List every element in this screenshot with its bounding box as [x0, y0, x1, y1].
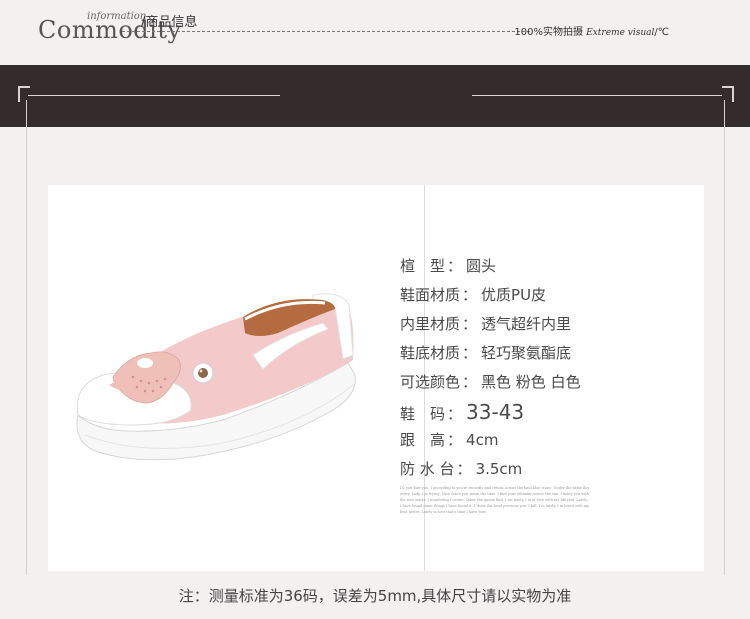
measurement-note: 注：测量标准为36码，误差为5mm,具体尺寸请以实物为准 — [178, 587, 572, 605]
spec-label: 内里材质 — [400, 315, 461, 333]
header-right-text: 100%实物拍摄 Extreme visual/℃ — [514, 27, 669, 38]
shoe-image — [76, 293, 356, 461]
spec-label: 鞋面材质 — [400, 286, 461, 304]
spec-row: 可选颜色：黑色 粉色 白色 — [400, 373, 581, 391]
spec-value: 透气超纤内里 — [481, 315, 572, 333]
spec-value: 黑色 粉色 白色 — [481, 373, 581, 391]
spec-row: 跟 高： 4cm — [400, 431, 499, 449]
spec-row: 鞋 码： 33-43 — [400, 400, 525, 424]
product-panel: 楦 型：圆头 鞋面材质：优质PU皮 内里材质：透气超纤内里 鞋底材质：轻巧聚氨酯… — [48, 185, 704, 571]
spec-value: 3.5cm — [475, 460, 523, 478]
spec-label: 防 水 台 — [400, 460, 455, 478]
frame-line-top-left — [28, 95, 280, 96]
header: Commodity information /商品信息 100%实物拍摄 Ext… — [0, 0, 750, 44]
spec-value: 33-43 — [466, 400, 525, 424]
spec-value: 轻巧聚氨酯底 — [481, 344, 572, 362]
spec-value: 4cm — [466, 431, 499, 449]
fine-print: Do you knw you. I according to you're re… — [400, 486, 590, 514]
spec-label: 鞋 码 — [400, 405, 446, 423]
spec-row: 防 水 台： 3.5cm — [400, 460, 523, 478]
frame-corner-left — [18, 86, 30, 102]
spec-row: 楦 型：圆头 — [400, 257, 497, 275]
spec-list: 楦 型：圆头 鞋面材质：优质PU皮 内里材质：透气超纤内里 鞋底材质：轻巧聚氨酯… — [400, 255, 581, 487]
spec-label: 楦 型 — [400, 257, 446, 275]
spec-value: 圆头 — [466, 257, 497, 275]
spec-label: 鞋底材质 — [400, 344, 461, 362]
spec-label: 跟 高 — [400, 431, 446, 449]
dark-band — [0, 65, 750, 127]
spec-label: 可选颜色 — [400, 373, 461, 391]
frame-line-right — [724, 100, 725, 575]
header-title-cn: /商品信息 — [141, 15, 198, 30]
header-script-title: information — [87, 11, 147, 22]
spec-row: 鞋面材质：优质PU皮 — [400, 286, 547, 304]
spec-row: 内里材质：透气超纤内里 — [400, 315, 572, 333]
frame-line-left — [26, 100, 27, 575]
spec-value: 优质PU皮 — [481, 286, 547, 304]
frame-line-top-right — [472, 95, 722, 96]
header-dashed-line — [122, 31, 530, 32]
spec-row: 鞋底材质：轻巧聚氨酯底 — [400, 344, 572, 362]
